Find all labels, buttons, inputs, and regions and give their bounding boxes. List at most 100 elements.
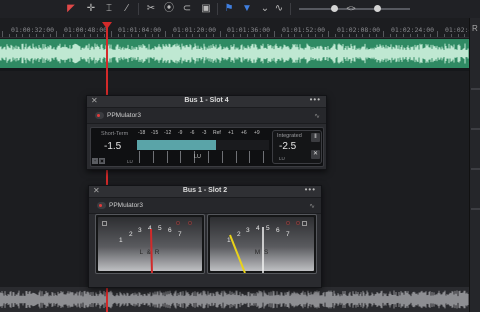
- vu-meter-ms: 1 2 3 4 5 6 7 M S: [207, 214, 317, 274]
- ruler-tick: [335, 34, 337, 37]
- plugin-power-toggle[interactable]: [97, 202, 106, 209]
- meter-gridline: [139, 151, 140, 163]
- ruler-tick: [36, 34, 37, 37]
- scale-label: -15: [151, 130, 159, 136]
- chevron-down-icon[interactable]: ⌄: [258, 2, 272, 16]
- track-height-slider[interactable]: [366, 8, 410, 10]
- ruler-tick: [165, 31, 167, 37]
- ruler-tick: [90, 34, 92, 37]
- ruler-tick: [117, 34, 119, 37]
- ruler-tick: [444, 34, 445, 37]
- blade-icon[interactable]: ∕: [120, 2, 134, 16]
- ruler-tick: [70, 34, 71, 37]
- ruler-tick: [342, 34, 343, 37]
- timecode-label: 01:02:24:00: [391, 26, 435, 34]
- window-title-bar[interactable]: ✕ Bus 1 - Slot 2 •••: [89, 185, 321, 198]
- ruler-tick: [246, 34, 248, 37]
- track-height-handle[interactable]: [374, 5, 381, 12]
- ruler-tick: [144, 34, 146, 37]
- timecode-label: 01:01:52:00: [282, 26, 326, 34]
- plugin-name: PPMulator3: [107, 112, 141, 119]
- ruler-tick: [450, 34, 452, 37]
- integrated-label: Integrated: [277, 133, 302, 139]
- ruler-tick: [240, 34, 241, 37]
- audio-waveform-icon[interactable]: ∿: [272, 2, 286, 16]
- timecode-label: 01:02:08:00: [337, 26, 381, 34]
- razor-edit-icon[interactable]: ✛: [84, 2, 98, 16]
- ruler-tick: [355, 34, 357, 37]
- ruler-tick: [56, 31, 58, 37]
- ruler-tick: [29, 34, 31, 37]
- ruler-tick: [280, 34, 282, 37]
- ruler-tick: [233, 34, 235, 37]
- meter-gridline: [166, 151, 168, 163]
- scale-label: -18: [138, 130, 146, 136]
- add-icon[interactable]: +: [92, 158, 98, 164]
- plugin-power-toggle[interactable]: [95, 112, 104, 119]
- ruler-tick: [416, 34, 418, 37]
- more-options-icon[interactable]: •••: [310, 95, 321, 104]
- scale-label: +1: [228, 130, 234, 136]
- ruler-tick: [199, 34, 201, 37]
- window-title-bar[interactable]: ✕ Bus 1 - Slot 4 •••: [87, 95, 326, 108]
- pause-button[interactable]: ‖: [311, 133, 320, 142]
- image-clip-icon[interactable]: ▣: [199, 2, 213, 16]
- ruler-tick: [178, 34, 180, 37]
- loudness-meter: Short-Term -1.5 LU -18 -15 -12 -9 -6 -3 …: [90, 127, 324, 167]
- meter-gridline: [263, 151, 265, 163]
- playhead-handle[interactable]: [102, 22, 112, 29]
- ruler-tick: [192, 34, 194, 37]
- ruler-tick: [396, 34, 398, 37]
- unit-label: LU: [279, 156, 285, 161]
- ruler-tick: [63, 34, 65, 37]
- scale-label: +6: [241, 130, 247, 136]
- ruler-tick: [328, 31, 330, 37]
- scale-label: -12: [164, 130, 172, 136]
- waveform-icon[interactable]: ∿: [309, 202, 315, 210]
- ruler-tick: [260, 34, 262, 37]
- ruler-tick: [226, 34, 228, 37]
- waveform-icon[interactable]: ∿: [314, 112, 320, 120]
- integrated-value: -2.5: [279, 141, 297, 152]
- audio-clip[interactable]: [0, 39, 469, 68]
- lower-audio-track[interactable]: [0, 287, 469, 312]
- timecode-label: 01:01:20:00: [173, 26, 217, 34]
- short-term-value: -1.5: [104, 141, 122, 152]
- audio-waveform: [0, 43, 469, 64]
- timecode-label: 01:00:32:00: [11, 26, 55, 34]
- ruler-tick: [389, 34, 391, 37]
- pointer-tool-icon[interactable]: ◤: [64, 2, 78, 16]
- zoom-slider-handle[interactable]: [331, 5, 338, 12]
- ruler-tick: [274, 31, 275, 37]
- settings-icon[interactable]: ▣: [99, 158, 105, 164]
- plugin-window-slot-2: ✕ Bus 1 - Slot 2 ••• PPMulator3 ∿ 1 2 3 …: [88, 185, 322, 288]
- ruler-tick: [348, 34, 350, 37]
- meter-gridline: [235, 151, 237, 163]
- ruler-tick: [403, 34, 405, 37]
- magnet-icon[interactable]: ⊂: [180, 2, 194, 16]
- ruler-tick: [131, 34, 133, 37]
- meter-unit-label: LU: [194, 154, 202, 160]
- trim-icon[interactable]: ⌶: [102, 2, 116, 16]
- ruler-tick: [369, 34, 371, 37]
- more-options-icon[interactable]: •••: [305, 185, 316, 194]
- zoom-expand-icon[interactable]: <>: [344, 2, 358, 16]
- ruler-tick: [437, 31, 439, 37]
- ruler-tick: [362, 34, 364, 37]
- position-marker-icon[interactable]: ▼: [240, 2, 254, 16]
- timecode-ruler[interactable]: 01:00:32:00 01:00:48:00 01:01:04:00 01:0…: [0, 18, 469, 38]
- ruler-tick: [158, 34, 160, 37]
- vu-needle: [150, 228, 153, 273]
- ruler-tick: [185, 34, 187, 37]
- ruler-tick: [321, 34, 323, 37]
- ruler-tick: [219, 31, 221, 37]
- ruler-tick: [8, 34, 10, 37]
- ruler-tick: [110, 31, 112, 37]
- scale-label: -9: [178, 130, 183, 136]
- timeline-toolbar: ◤ ✛ ⌶ ∕ ✂ ⦿ ⊂ ▣ ⚑ ▼ ⌄ ∿ <>: [0, 0, 480, 18]
- marker-flag-icon[interactable]: ⚑: [222, 2, 236, 16]
- reset-button[interactable]: ✕: [311, 150, 320, 159]
- link-icon[interactable]: ⦿: [162, 2, 176, 16]
- ruler-tick: [287, 34, 289, 37]
- scissors-icon[interactable]: ✂: [144, 2, 158, 16]
